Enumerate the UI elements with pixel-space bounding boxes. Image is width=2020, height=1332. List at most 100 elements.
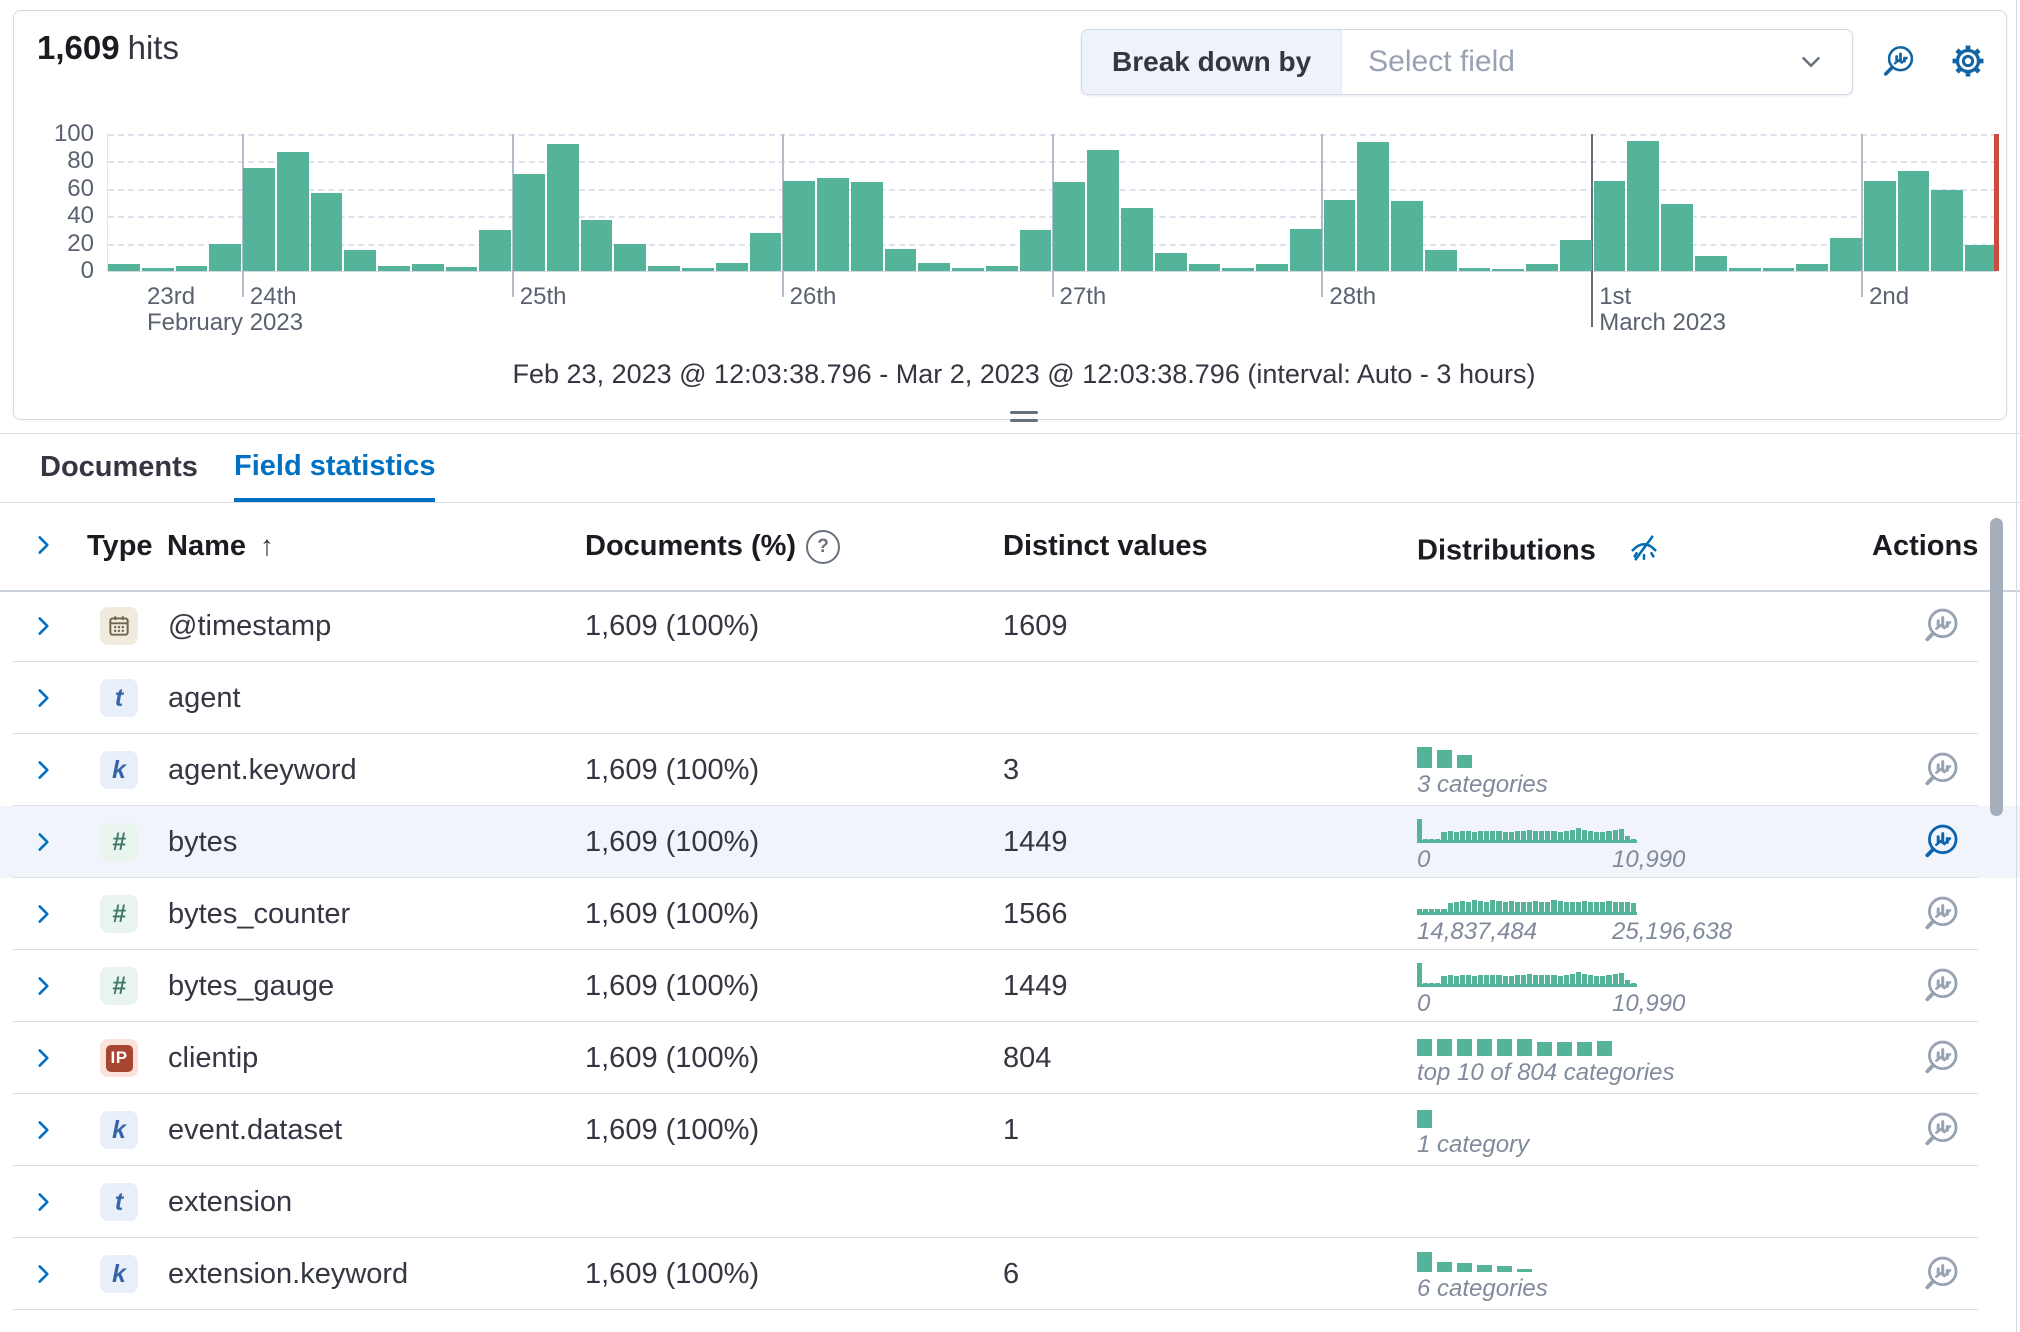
histogram-bar [851, 182, 883, 271]
documents-percent: 1,609 (100%) [585, 1022, 759, 1094]
histogram-bar [142, 268, 174, 271]
resize-handle[interactable] [1010, 411, 1038, 427]
hits-count: 1,609 [37, 29, 120, 66]
histogram-bar [1189, 264, 1221, 271]
table-row-bytes_gauge: #bytes_gauge1,609 (100%)1449010,990 [0, 950, 2020, 1022]
explore-in-lens-icon[interactable] [1920, 965, 1962, 1007]
breakdown-placeholder[interactable]: Select field [1342, 30, 1796, 94]
histogram-bar [1729, 268, 1761, 271]
histogram-bar [614, 244, 646, 271]
histogram-bar [885, 249, 917, 271]
histogram-bar [1796, 264, 1828, 271]
hide-distributions-eye-icon[interactable] [1626, 530, 1662, 574]
time-range-caption: Feb 23, 2023 @ 12:03:38.796 - Mar 2, 202… [14, 359, 2020, 390]
histogram-bar [1931, 190, 1963, 271]
view-tabs: Documents Field statistics [0, 433, 2020, 503]
table-row-clientip: IPclientip1,609 (100%)804top 10 of 804 c… [0, 1022, 2020, 1094]
breakdown-select[interactable]: Break down by Select field [1081, 29, 1853, 95]
sort-ascending-arrow-icon: ↑ [260, 530, 274, 561]
distribution-preview: 010,990 [1417, 816, 1757, 874]
field-name: clientip [168, 1022, 258, 1094]
documents-percent: 1,609 (100%) [585, 950, 759, 1022]
histogram-bar [1087, 150, 1119, 271]
histogram-bar [277, 152, 309, 271]
expand-all-chevron-icon[interactable] [30, 532, 56, 558]
histogram-bar [1121, 208, 1153, 271]
explore-in-lens-icon[interactable] [1920, 605, 1962, 647]
expand-row-chevron-icon[interactable] [30, 685, 56, 711]
distribution-preview: 14,837,48425,196,638 [1417, 888, 1757, 946]
distribution-caption: 010,990 [1417, 846, 1757, 874]
expand-row-chevron-icon[interactable] [30, 1045, 56, 1071]
documents-percent: 1,609 (100%) [585, 878, 759, 950]
expand-row-chevron-icon[interactable] [30, 973, 56, 999]
x-tick-label: February 2023 [147, 309, 303, 337]
histogram-bar [1492, 269, 1524, 271]
histogram-bar [682, 268, 714, 271]
distinct-values: 1449 [1003, 950, 1068, 1022]
histogram-bar [1898, 171, 1930, 271]
chevron-down-icon[interactable] [1796, 30, 1852, 94]
number-field-icon: # [100, 895, 138, 933]
documents-histogram[interactable] [107, 134, 1997, 271]
category-mini-bars [1417, 744, 1757, 768]
explore-in-lens-icon[interactable] [1920, 1253, 1962, 1295]
field-stats-table-body: @timestamp 1,609 (100%) 1609tagentkagent.k… [0, 590, 2020, 1310]
explore-in-lens-icon[interactable] [1920, 1037, 1962, 1079]
distribution-caption: 14,837,48425,196,638 [1417, 918, 1757, 946]
histogram-bar [176, 266, 208, 271]
table-row-extension: textension [0, 1166, 2020, 1238]
help-question-icon[interactable]: ? [806, 530, 840, 564]
field-name: @timestamp [168, 590, 331, 662]
histogram-bar [1020, 230, 1052, 271]
table-row-agent: tagent [0, 662, 2020, 734]
category-mini-bars [1417, 1032, 1757, 1056]
histogram-bar [1830, 238, 1862, 271]
distribution-caption: 1 category [1417, 1131, 1757, 1159]
tab-documents[interactable]: Documents [40, 434, 198, 501]
hits-summary: 1,609hits [37, 29, 179, 67]
histogram-bar [479, 230, 511, 271]
explore-in-lens-icon[interactable] [1920, 1109, 1962, 1151]
histogram-bar [1357, 142, 1389, 271]
distribution-caption: 6 categories [1417, 1275, 1757, 1303]
distribution-preview: top 10 of 804 categories [1417, 1032, 1757, 1087]
col-header-name[interactable]: Name↑ [167, 530, 274, 563]
y-tick-label: 80 [32, 147, 94, 175]
histogram-bar [209, 244, 241, 271]
distinct-values: 804 [1003, 1022, 1051, 1094]
distinct-values: 1609 [1003, 590, 1068, 662]
table-row-agent.keyword: kagent.keyword1,609 (100%)33 categories [0, 734, 2020, 806]
explore-in-lens-icon[interactable] [1920, 749, 1962, 791]
explore-in-lens-icon[interactable] [1920, 893, 1962, 935]
expand-row-chevron-icon[interactable] [30, 613, 56, 639]
hits-label: hits [128, 29, 179, 66]
table-scrollbar-thumb[interactable] [1990, 518, 2003, 816]
histogram-bar [648, 266, 680, 271]
histogram-bar [952, 268, 984, 271]
expand-row-chevron-icon[interactable] [30, 1189, 56, 1215]
expand-row-chevron-icon[interactable] [30, 829, 56, 855]
expand-row-chevron-icon[interactable] [30, 901, 56, 927]
histogram-bar [750, 233, 782, 271]
tab-field-statistics[interactable]: Field statistics [234, 434, 435, 502]
histogram-bar [1053, 182, 1085, 271]
histogram-bar [1594, 181, 1626, 271]
chart-options-gear-icon[interactable] [1950, 43, 1986, 79]
field-name: event.dataset [168, 1094, 342, 1166]
expand-row-chevron-icon[interactable] [30, 757, 56, 783]
field-name: bytes_gauge [168, 950, 334, 1022]
mini-histogram [1417, 960, 1637, 987]
histogram-bars[interactable] [108, 134, 1997, 271]
histogram-bar [1324, 200, 1356, 271]
field-name: extension.keyword [168, 1238, 408, 1310]
histogram-bar [986, 266, 1018, 271]
distribution-preview: 1 category [1417, 1104, 1757, 1159]
expand-row-chevron-icon[interactable] [30, 1117, 56, 1143]
x-tick-label: 24th [250, 283, 297, 311]
explore-in-lens-icon[interactable] [1920, 821, 1962, 863]
edit-visualization-lens-icon[interactable] [1881, 43, 1917, 79]
expand-row-chevron-icon[interactable] [30, 1261, 56, 1287]
text-field-icon: t [100, 679, 138, 717]
histogram-bar [1222, 268, 1254, 271]
